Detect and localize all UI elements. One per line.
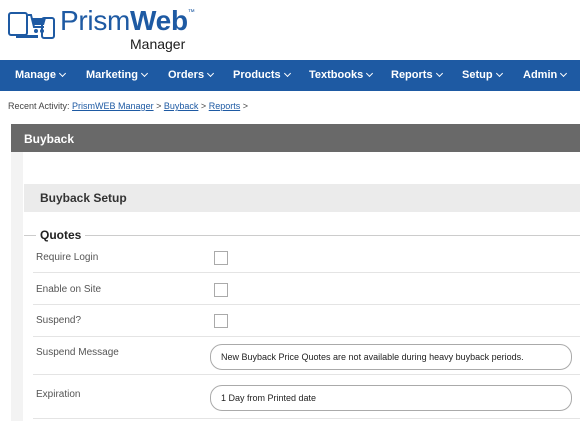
nav-orders[interactable]: Orders	[168, 69, 215, 81]
quotes-legend: Quotes	[36, 228, 86, 242]
nav-manage-label: Manage	[15, 69, 56, 81]
breadcrumb-separator: >	[242, 101, 248, 111]
enable-on-site-label: Enable on Site	[36, 284, 102, 295]
main-navbar: Manage Marketing Orders Products Textboo…	[0, 60, 580, 91]
expiration-input[interactable]: 1 Day from Printed date	[210, 385, 572, 411]
suspend-checkbox[interactable]	[214, 314, 228, 328]
breadcrumb-link-prismweb-manager[interactable]: PrismWEB Manager	[72, 101, 154, 111]
page-title-bar: Buyback	[11, 124, 580, 152]
nav-admin[interactable]: Admin	[523, 69, 568, 81]
nav-setup[interactable]: Setup	[462, 69, 503, 81]
chevron-down-icon	[283, 69, 291, 78]
chevron-down-icon	[495, 69, 503, 78]
page-title: Buyback	[24, 132, 75, 146]
buyback-setup-title: Buyback Setup	[40, 191, 127, 205]
brand-web: Web	[130, 5, 188, 36]
breadcrumb: Recent Activity: PrismWEB Manager > Buyb…	[8, 101, 248, 111]
breadcrumb-separator: >	[200, 101, 207, 111]
nav-products-label: Products	[233, 69, 281, 81]
suspend-row: Suspend?	[33, 305, 580, 337]
breadcrumb-link-buyback[interactable]: Buyback	[164, 101, 199, 111]
suspend-message-label: Suspend Message	[36, 347, 119, 358]
nav-orders-label: Orders	[168, 69, 205, 81]
require-login-checkbox[interactable]	[214, 251, 228, 265]
nav-reports[interactable]: Reports	[391, 69, 443, 81]
nav-setup-label: Setup	[462, 69, 493, 81]
chevron-down-icon	[58, 69, 67, 78]
breadcrumb-prefix: Recent Activity:	[8, 101, 70, 111]
brand-prism: Prism	[60, 5, 131, 36]
chevron-down-icon	[560, 69, 568, 78]
require-login-row: Require Login	[33, 243, 580, 273]
panel-left-gutter	[11, 152, 23, 421]
nav-admin-label: Admin	[523, 69, 558, 81]
expiration-row: Expiration 1 Day from Printed date	[33, 375, 580, 419]
suspend-message-row: Suspend Message New Buyback Price Quotes…	[33, 337, 580, 375]
enable-on-site-checkbox[interactable]	[214, 283, 228, 297]
app-header: PrismWeb™ Manager	[0, 0, 580, 60]
chevron-down-icon	[366, 69, 374, 78]
breadcrumb-link-reports[interactable]: Reports	[209, 101, 241, 111]
chevron-down-icon	[435, 69, 443, 78]
suspend-message-input[interactable]: New Buyback Price Quotes are not availab…	[210, 344, 572, 370]
buyback-setup-bar: Buyback Setup	[24, 184, 580, 212]
nav-textbooks-label: Textbooks	[309, 69, 364, 81]
brand-name: PrismWeb™	[60, 5, 195, 37]
nav-products[interactable]: Products	[233, 69, 291, 81]
nav-textbooks[interactable]: Textbooks	[309, 69, 374, 81]
nav-manage[interactable]: Manage	[15, 69, 67, 81]
nav-reports-label: Reports	[391, 69, 433, 81]
quotes-fieldset-border	[24, 235, 580, 236]
nav-marketing-label: Marketing	[86, 69, 138, 81]
cart-devices-logo-icon	[8, 12, 55, 39]
enable-on-site-row: Enable on Site	[33, 273, 580, 305]
breadcrumb-separator: >	[156, 101, 162, 111]
expiration-label: Expiration	[36, 389, 81, 400]
brand-trademark: ™	[187, 9, 195, 16]
chevron-down-icon	[207, 69, 215, 78]
brand-subtitle: Manager	[130, 36, 186, 52]
require-login-label: Require Login	[36, 252, 99, 263]
nav-marketing[interactable]: Marketing	[86, 69, 149, 81]
chevron-down-icon	[140, 69, 149, 78]
suspend-label: Suspend?	[36, 315, 82, 326]
